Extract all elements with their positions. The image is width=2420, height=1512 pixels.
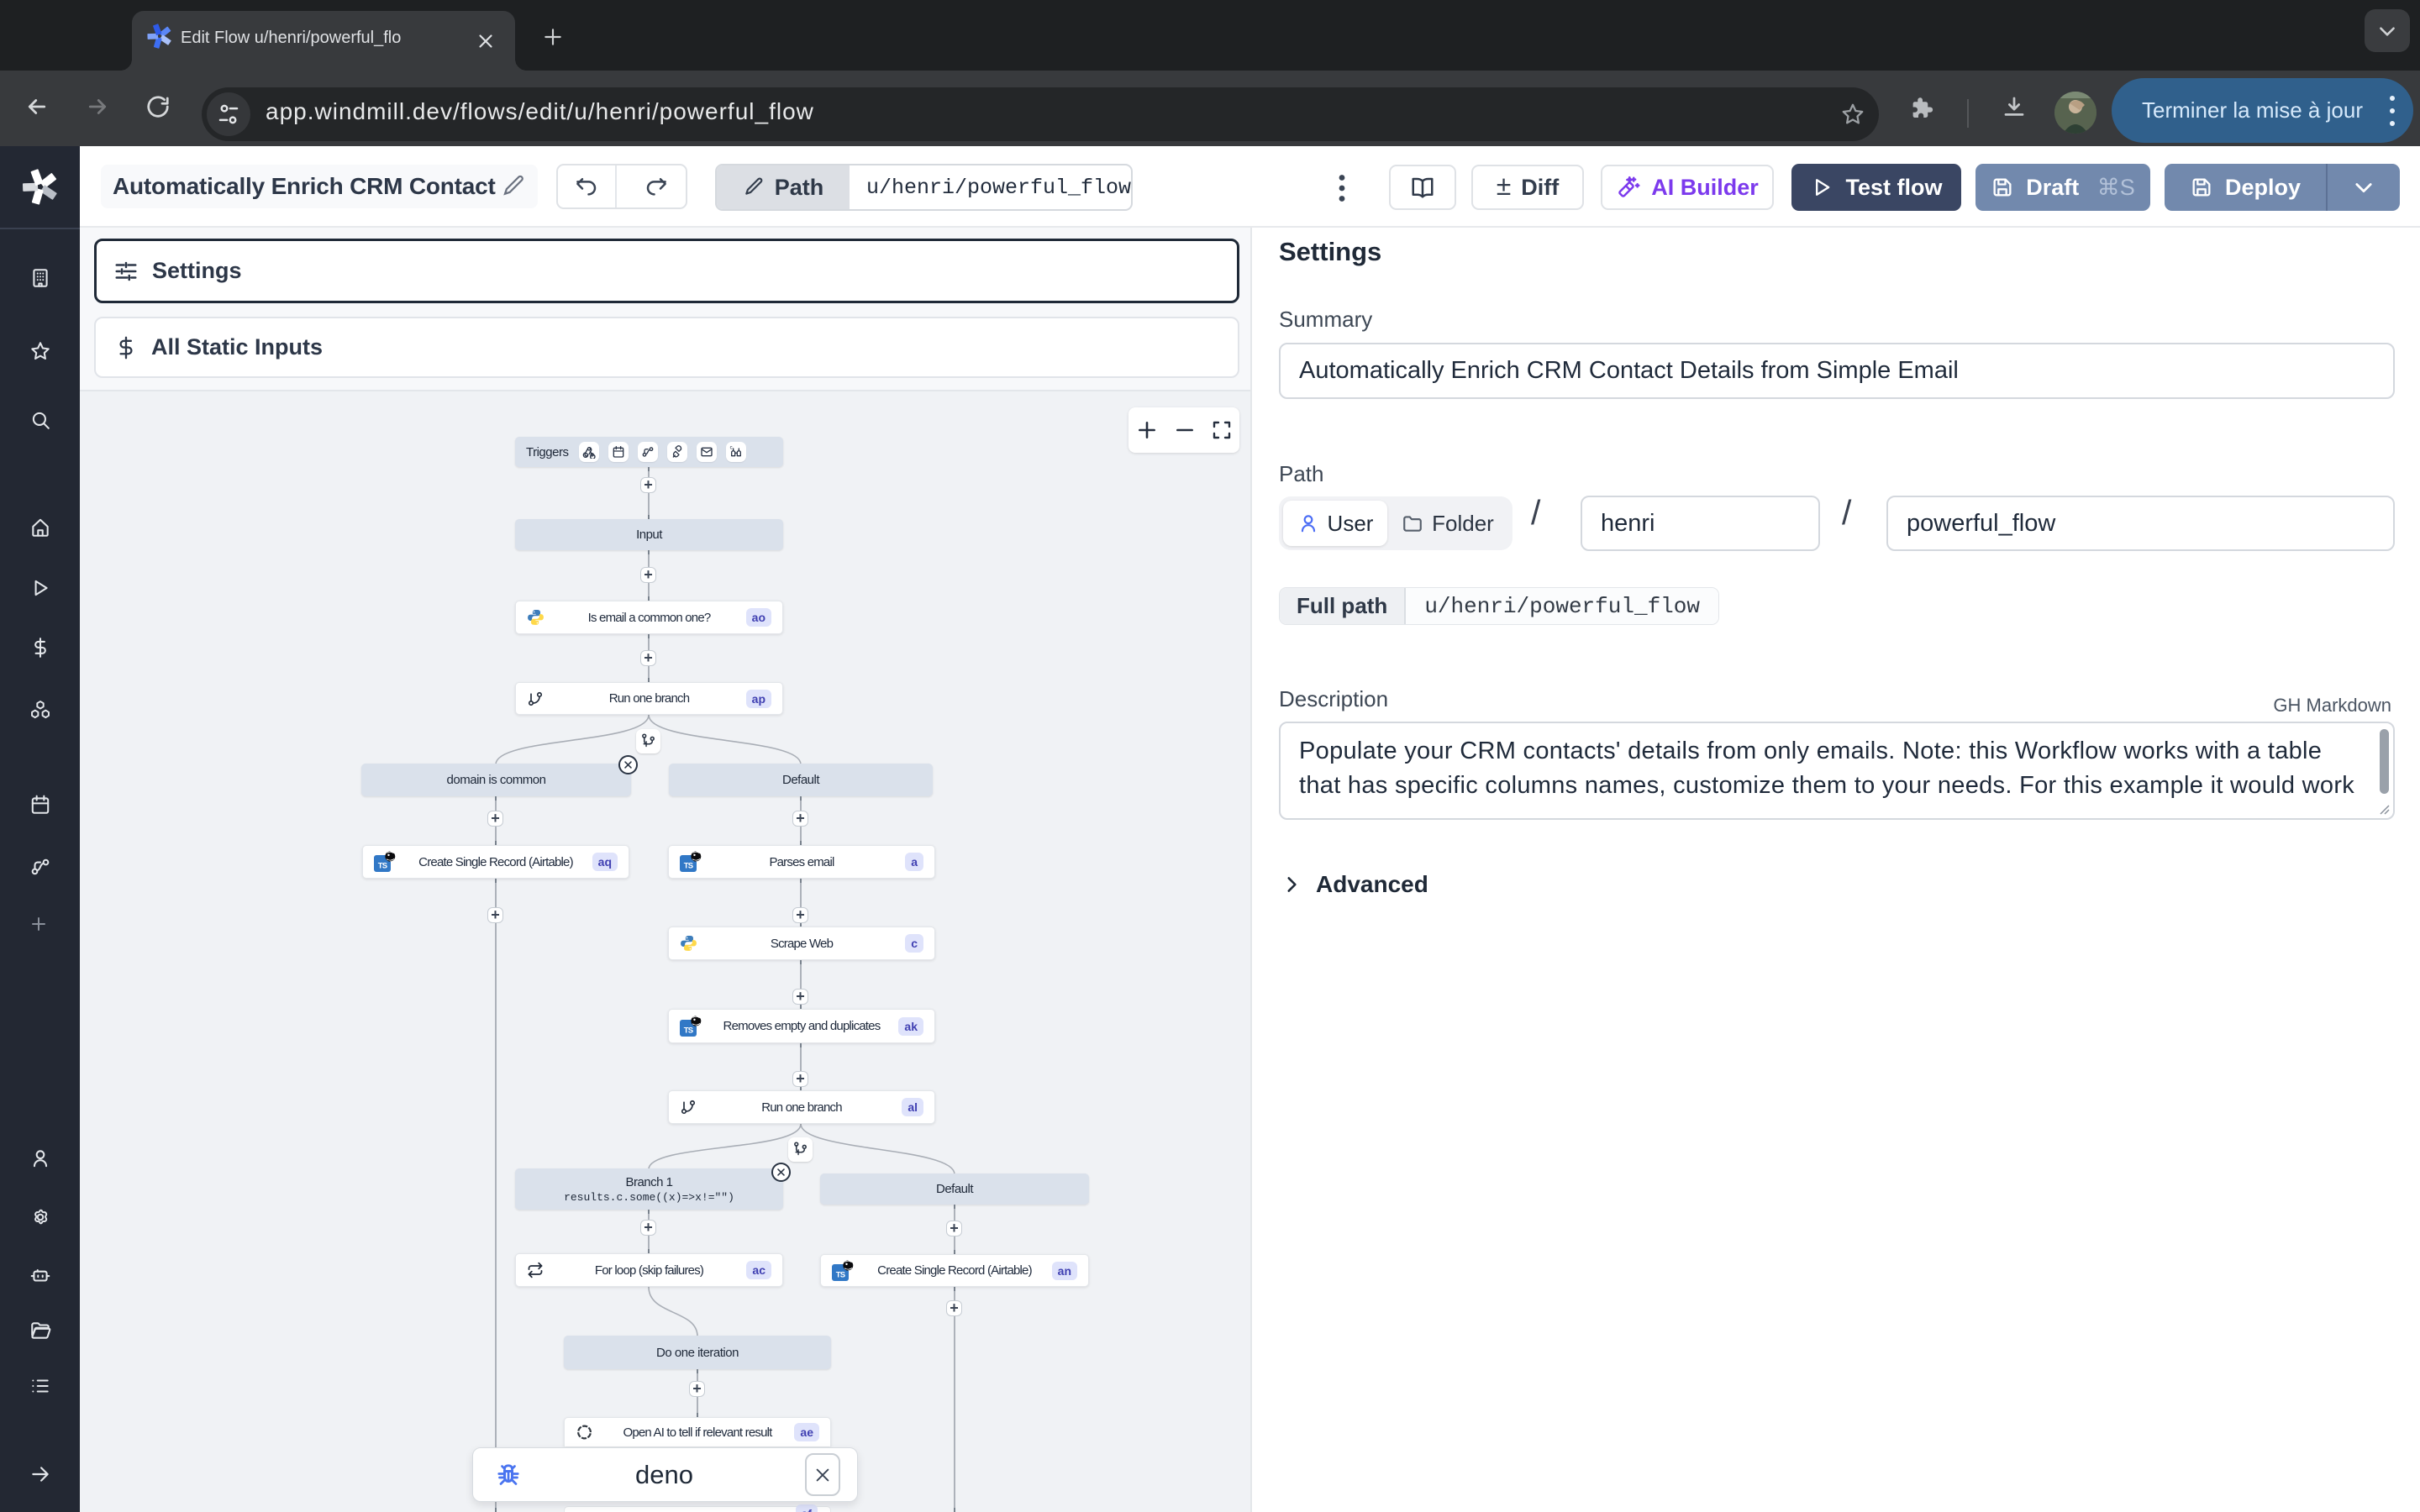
svg-text:TS: TS bbox=[684, 1026, 693, 1035]
svg-text:TS: TS bbox=[836, 1270, 845, 1279]
svg-text:TS: TS bbox=[378, 862, 387, 871]
svg-text:c: c bbox=[730, 446, 733, 451]
svg-text:TS: TS bbox=[684, 862, 693, 871]
